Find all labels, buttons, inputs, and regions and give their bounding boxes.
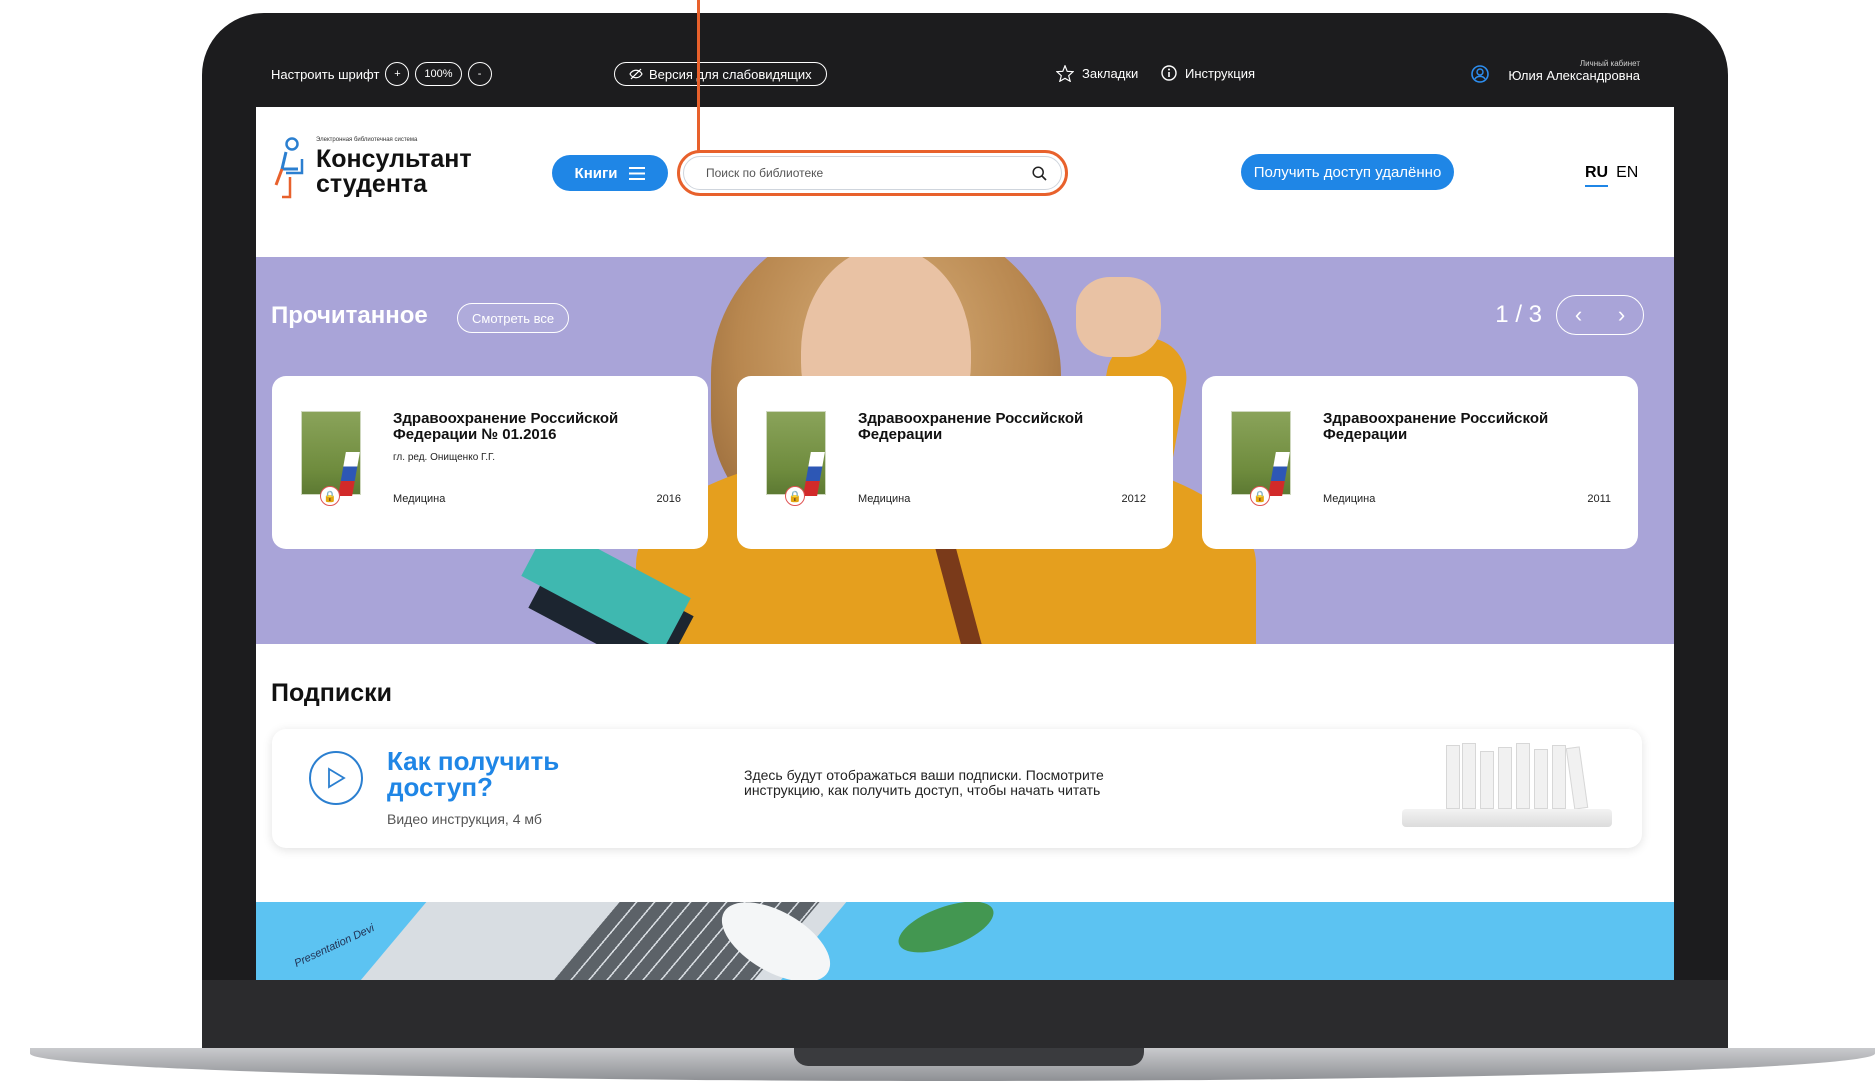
lang-en[interactable]: EN	[1616, 164, 1638, 187]
info-icon	[1161, 65, 1177, 81]
user-icon[interactable]	[1471, 65, 1489, 83]
banner-plant	[892, 902, 1000, 963]
instruction-link[interactable]: Инструкция	[1161, 65, 1255, 81]
next-arrow-icon[interactable]: ›	[1618, 302, 1625, 328]
play-icon[interactable]	[309, 751, 363, 805]
book-year: 2016	[656, 493, 681, 505]
font-percent: 100%	[415, 62, 462, 86]
search-icon[interactable]	[1032, 165, 1047, 181]
book-card[interactable]: 🔒 Здравоохранение Российской Федерации №…	[272, 376, 708, 549]
low-vision-label: Версия для слабовидящих	[649, 66, 812, 82]
laptop-bezel	[202, 980, 1728, 1050]
book-title: Здравоохранение Российской Федерации	[858, 410, 1084, 443]
font-controls: Настроить шрифт + 100% -	[271, 62, 492, 86]
recently-read-section: Прочитанное Смотреть все 1 / 3 ‹ › 🔒 Здр…	[256, 257, 1674, 644]
book-card[interactable]: 🔒 Здравоохранение Российской Федерации М…	[1202, 376, 1638, 549]
carousel-pager: 1 / 3 ‹ ›	[1495, 295, 1644, 335]
star-icon	[1056, 65, 1074, 82]
bottom-banner: Presentation Devi	[256, 902, 1674, 980]
video-instruction-label: Видео инструкция, 4 мб	[387, 811, 542, 827]
see-all-button[interactable]: Смотреть все	[457, 303, 570, 333]
logo-line-1: Консультант	[316, 145, 472, 173]
bookmarks-label: Закладки	[1082, 66, 1139, 81]
instruction-label: Инструкция	[1185, 65, 1255, 81]
low-vision-button[interactable]: Версия для слабовидящих	[614, 62, 827, 86]
annotation-line	[697, 0, 700, 153]
logo[interactable]: Электронная библиотечная система Консуль…	[272, 137, 472, 203]
search-box[interactable]	[683, 156, 1062, 190]
book-title: Здравоохранение Российской Федерации	[1323, 410, 1549, 443]
how-to-access-title[interactable]: Как получить доступ?	[387, 748, 607, 800]
bookmarks-link[interactable]: Закладки	[1056, 65, 1138, 82]
remote-access-button[interactable]: Получить доступ удалённо	[1241, 154, 1454, 190]
lang-ru[interactable]: RU	[1585, 164, 1609, 187]
books-menu-button[interactable]: Книги	[552, 155, 668, 191]
banner-text: Presentation Devi	[292, 922, 377, 970]
font-label: Настроить шрифт	[271, 66, 380, 82]
lock-icon: 🔒	[320, 486, 340, 506]
book-year: 2012	[1121, 493, 1146, 505]
book-year: 2011	[1587, 493, 1611, 505]
bookshelf-illustration	[1402, 737, 1612, 837]
book-cover	[301, 411, 361, 496]
subscriptions-title: Подписки	[271, 679, 393, 707]
font-increase-button[interactable]: +	[385, 62, 410, 86]
book-cards: 🔒 Здравоохранение Российской Федерации №…	[272, 376, 1638, 549]
book-title: Здравоохранение Российской Федерации № 0…	[393, 410, 619, 443]
logo-line-2: студента	[316, 170, 428, 198]
prev-arrow-icon[interactable]: ‹	[1575, 302, 1582, 328]
subscriptions-message: Здесь будут отображаться ваши подписки. …	[744, 767, 1104, 798]
book-cover	[766, 411, 826, 496]
language-switch: RU EN	[1585, 164, 1638, 187]
stage: Настроить шрифт + 100% - Версия для слаб…	[0, 0, 1875, 1081]
font-decrease-button[interactable]: -	[467, 62, 492, 86]
pager-count: 1 / 3	[1495, 301, 1542, 328]
hero-photo-fist	[1076, 277, 1161, 357]
book-author: гл. ред. Онищенко Г.Г.	[393, 452, 495, 463]
top-bar: Настроить шрифт + 100% - Версия для слаб…	[256, 50, 1674, 98]
book-subject: Медицина	[1323, 493, 1376, 505]
book-subject: Медицина	[858, 493, 911, 505]
eye-icon	[629, 68, 643, 80]
books-label: Книги	[574, 164, 618, 182]
user-account[interactable]: Личный кабинет Юлия Александровна	[1508, 59, 1640, 83]
screen: Электронная библиотечная система Консуль…	[256, 107, 1674, 980]
logo-tagline: Электронная библиотечная система	[316, 137, 418, 143]
hamburger-icon	[629, 166, 646, 180]
user-name: Юлия Александровна	[1508, 67, 1640, 83]
recently-read-title: Прочитанное	[271, 302, 428, 329]
book-card[interactable]: 🔒 Здравоохранение Российской Федерации М…	[737, 376, 1173, 549]
student-logo-icon	[274, 137, 304, 199]
book-subject: Медицина	[393, 493, 446, 505]
lock-icon: 🔒	[785, 486, 805, 506]
lock-icon: 🔒	[1250, 486, 1270, 506]
laptop-notch	[794, 1048, 1144, 1066]
carousel-arrows: ‹ ›	[1556, 295, 1644, 335]
subscriptions-card: Как получить доступ? Видео инструкция, 4…	[272, 729, 1642, 848]
book-cover	[1231, 411, 1291, 496]
search-input[interactable]	[706, 166, 1032, 180]
